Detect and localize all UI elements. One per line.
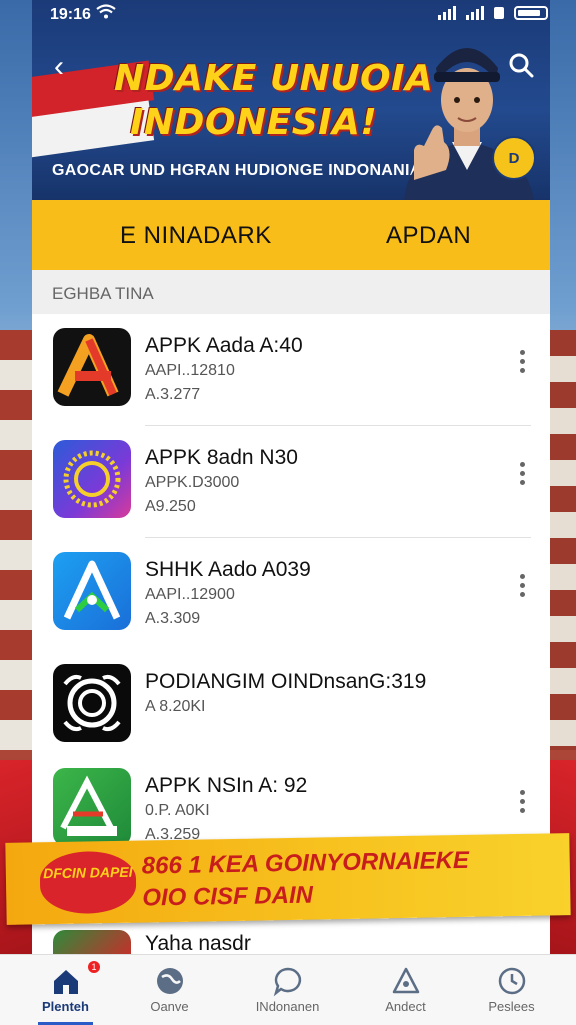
nav-item-fourth[interactable]: Andect (348, 955, 463, 1025)
app-meta-1: A 8.20KI (145, 698, 206, 715)
app-icon-navigation (53, 552, 131, 630)
app-name: APPK Aada A:40 (145, 334, 303, 357)
home-icon (54, 970, 78, 994)
list-item[interactable]: APPK Aada A:40 AAPI..12810 A.3.277 (32, 314, 550, 426)
app-icon-map (53, 768, 131, 846)
search-icon[interactable] (508, 52, 534, 78)
status-time: 19:16 (50, 6, 91, 23)
nav-item-fifth[interactable]: Peslees (454, 955, 569, 1025)
notification-badge: 1 (88, 961, 100, 973)
battery-icon (514, 6, 548, 20)
promo-line2: OIO CISF DAIN (142, 881, 314, 912)
app-meta-1: AAPI..12900 (145, 586, 235, 603)
app-icon-a (53, 328, 131, 406)
list-item[interactable]: Yaha nasdr (32, 920, 550, 956)
more-options-icon[interactable] (518, 350, 526, 378)
app-meta-1: AAPI..12810 (145, 362, 235, 379)
police-badge-icon: D (492, 136, 536, 180)
nav-label: Andect (385, 999, 426, 1014)
list-item[interactable]: PODIANGIM OINDnsanG:319 A 8.20KI (32, 650, 550, 762)
nav-label: Oanve (150, 999, 189, 1014)
app-icon-target (53, 664, 131, 742)
app-meta-2: A.3.277 (145, 386, 201, 403)
globe-icon (157, 968, 183, 994)
nav-item-third[interactable]: INdonanen (230, 955, 345, 1025)
sim-icon (494, 7, 504, 19)
list-item[interactable]: APPK 8adn N30 APPK.D3000 A9.250 (32, 426, 550, 538)
app-name: APPK 8adn N30 (145, 446, 298, 469)
back-button[interactable]: ‹ (54, 50, 64, 84)
tab-second[interactable]: APDAN (386, 222, 471, 250)
nav-label: INdonanen (255, 999, 320, 1014)
background-building-right (546, 330, 576, 750)
tab-bar: E NINADARK APDAN (32, 200, 550, 270)
wifi-icon (96, 4, 116, 25)
list-item[interactable]: SHHK Aado A039 AAPI..12900 A.3.309 (32, 538, 550, 650)
more-options-icon[interactable] (518, 462, 526, 490)
promo-tag: DFCIN DAPEI (39, 850, 137, 915)
nav-label: Plenteh (42, 999, 89, 1014)
banner-subtitle: GAOCAR UND HGRAN HUDIONGE INDONANIA (52, 162, 422, 179)
section-header: EGHBA TINA (32, 270, 550, 314)
app-name: Yaha nasdr (145, 932, 251, 955)
app-meta-1: 0.P. A0KI (145, 802, 210, 819)
promo-banner[interactable]: DFCIN DAPEI 866 1 KEA GOINYORNAIEKE OIO … (5, 833, 571, 925)
bottom-nav: 1 Plenteh Oanve INdonanen Andect Peslees (0, 954, 576, 1025)
more-options-icon[interactable] (518, 574, 526, 602)
app-meta-2: A9.250 (145, 498, 196, 515)
status-bar: 19:16 (0, 0, 576, 32)
app-name: PODIANGIM OINDnsanG:319 (145, 670, 427, 693)
app-meta-1: APPK.D3000 (145, 474, 240, 491)
more-options-icon[interactable] (518, 790, 526, 818)
clock-icon (498, 967, 526, 995)
app-icon-ring (53, 440, 131, 518)
banner-title-line2: INDONESIA! (130, 102, 378, 143)
app-name: SHHK Aado A039 (145, 558, 311, 581)
chat-icon (273, 967, 302, 997)
signal-icon (438, 6, 456, 20)
app-icon-partial (53, 930, 131, 956)
app-name: APPK NSIn A: 92 (145, 774, 308, 797)
signal-icon (466, 6, 484, 20)
section-label: EGHBA TINA (52, 284, 154, 303)
tab-first[interactable]: E NINADARK (120, 222, 272, 250)
nav-label: Peslees (488, 999, 535, 1014)
app-meta-2: A.3.309 (145, 610, 201, 627)
triangle-icon (392, 967, 420, 994)
nav-item-home[interactable]: 1 Plenteh (8, 955, 123, 1025)
promo-line1: 866 1 KEA GOINYORNAIEKE (141, 846, 470, 880)
nav-item-second[interactable]: Oanve (112, 955, 227, 1025)
